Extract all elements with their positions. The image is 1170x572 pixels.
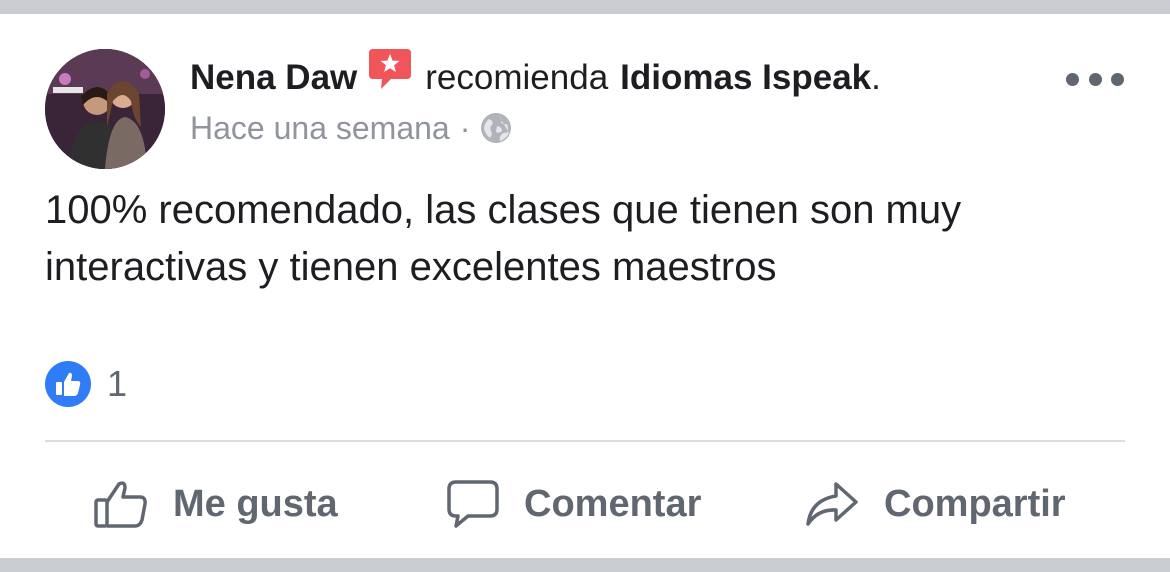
share-arrow-icon xyxy=(806,482,858,526)
comment-button[interactable]: Comentar xyxy=(446,476,701,532)
recommend-verb: recomienda xyxy=(425,58,609,97)
page-name-suffix: . xyxy=(871,58,881,97)
post-card: Nena Daw recomienda Idiomas Ispeak . Hac… xyxy=(0,14,1170,558)
more-dot xyxy=(1088,72,1102,86)
more-dot xyxy=(1111,72,1124,86)
more-dot xyxy=(1066,72,1079,86)
timestamp[interactable]: Hace una semana xyxy=(190,110,450,147)
author-name[interactable]: Nena Daw xyxy=(190,58,357,98)
page-name[interactable]: Idiomas Ispeak xyxy=(620,58,871,98)
recommend-star-icon xyxy=(367,47,413,93)
reaction-count: 1 xyxy=(107,363,128,404)
more-options-icon[interactable] xyxy=(1066,64,1124,94)
like-button[interactable]: Me gusta xyxy=(93,476,338,532)
divider xyxy=(45,440,1125,442)
post-header: Nena Daw recomienda Idiomas Ispeak . xyxy=(190,49,881,104)
avatar-photo xyxy=(45,49,165,169)
reactions-summary[interactable]: 1 xyxy=(45,361,128,407)
avatar[interactable] xyxy=(45,49,165,169)
meta-separator: · xyxy=(459,109,471,146)
share-label: Compartir xyxy=(884,482,1066,525)
thumbs-up-icon xyxy=(94,481,147,528)
post-text: 100% recomendado, las clases que tienen … xyxy=(45,188,962,289)
like-reaction-icon xyxy=(45,361,91,407)
like-label: Me gusta xyxy=(173,482,338,525)
post-meta: Hace una semana · xyxy=(190,108,512,148)
comment-label: Comentar xyxy=(524,482,702,525)
comment-bubble-icon xyxy=(447,480,499,528)
globe-icon xyxy=(480,112,512,144)
share-button[interactable]: Compartir xyxy=(804,476,1066,532)
